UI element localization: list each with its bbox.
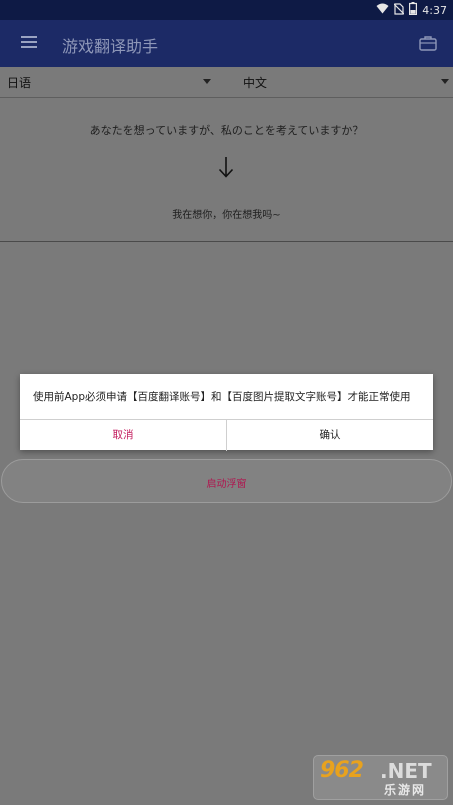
dialog-message: 使用前App必须申请【百度翻译账号】和【百度图片提取文字账号】才能正常使用	[33, 391, 411, 403]
source-text: あなたを想っていますが、私のことを考えていますか？	[89, 124, 364, 137]
account-required-dialog: 使用前App必须申请【百度翻译账号】和【百度图片提取文字账号】才能正常使用 取消…	[20, 374, 433, 451]
source-language-label: 日语	[7, 76, 32, 90]
result-text: 我在想你，你在想我吗~	[172, 210, 281, 221]
start-float-window-button[interactable]: 启动浮窗	[1, 459, 452, 503]
chevron-down-icon	[441, 79, 449, 84]
confirm-button[interactable]: 确认	[227, 420, 433, 451]
wifi-icon	[376, 3, 389, 17]
status-time: 4:37	[422, 3, 447, 17]
battery-icon	[409, 2, 418, 18]
app-bar: 游戏翻译助手	[0, 20, 453, 67]
target-language-label: 中文	[243, 76, 268, 90]
start-float-window-label: 启动浮窗	[206, 479, 247, 490]
no-sim-icon	[393, 2, 405, 18]
language-bar: 日语 中文	[0, 67, 453, 98]
watermark-name: 乐游网	[384, 783, 427, 797]
chevron-down-icon	[203, 79, 211, 84]
watermark-brand: 962	[320, 758, 364, 783]
briefcase-icon[interactable]	[419, 35, 437, 55]
status-bar: 4:37	[0, 0, 453, 20]
source-language-select[interactable]: 日语	[0, 67, 220, 97]
watermark-logo: 962 .NET 乐游网	[313, 755, 448, 800]
watermark-domain: .NET	[380, 759, 432, 783]
cancel-button[interactable]: 取消	[20, 420, 227, 451]
translation-panel: あなたを想っていますが、私のことを考えていますか？ 我在想你，你在想我吗~	[0, 98, 453, 242]
dialog-button-row: 取消 确认	[20, 419, 433, 451]
status-icons: 4:37	[376, 2, 447, 18]
arrow-down-icon	[218, 156, 234, 182]
target-language-select[interactable]: 中文	[226, 67, 453, 97]
menu-icon[interactable]	[21, 36, 39, 50]
app-title: 游戏翻译助手	[62, 37, 159, 56]
